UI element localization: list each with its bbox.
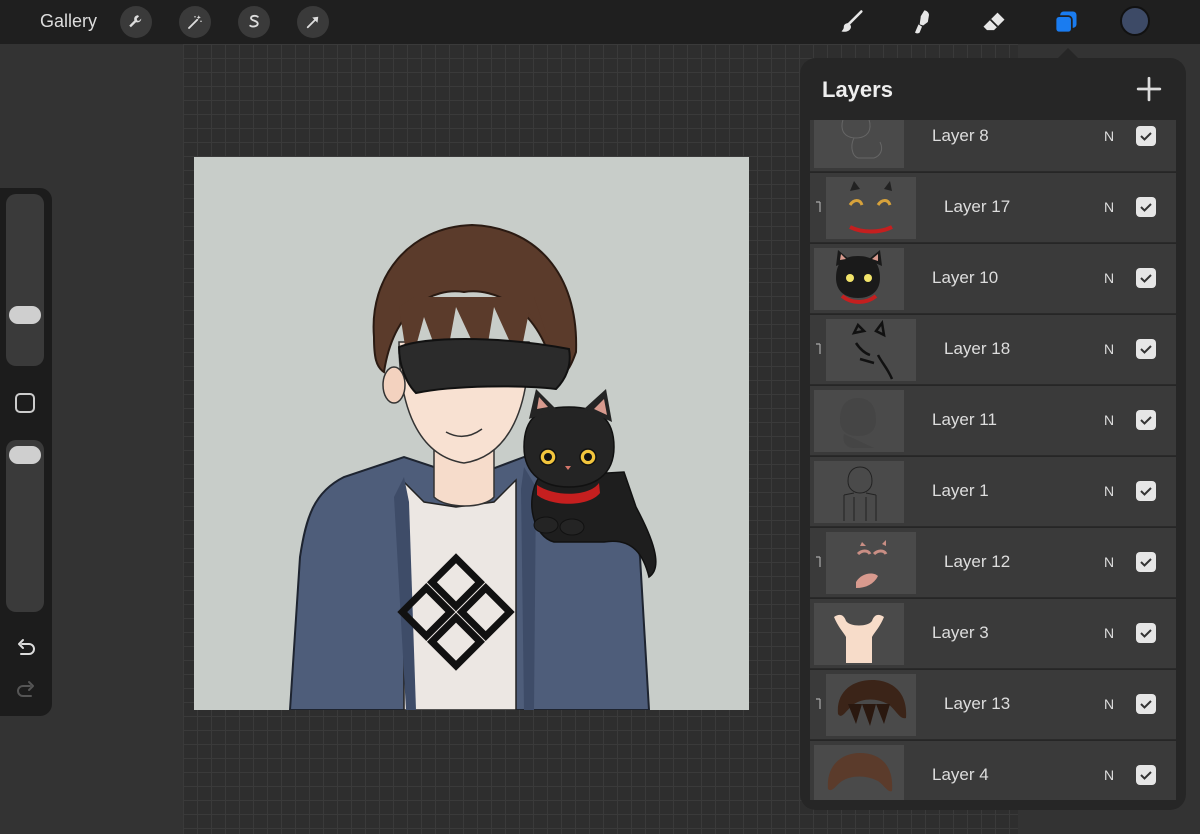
selection-s-icon[interactable] [238,6,270,38]
brush-size-slider[interactable] [6,194,44,366]
layer-row[interactable]: Layer 12 N [810,528,1176,598]
checkmark-icon [1140,700,1152,709]
layer-visibility-checkbox[interactable] [1136,765,1156,785]
layer-row[interactable]: Layer 3 N [810,599,1176,669]
checkmark-icon [1140,558,1152,567]
layer-list[interactable]: Layer 8 N Layer 17 N Layer 10 N Layer 18… [810,120,1176,800]
illustration-artwork [288,223,657,710]
plus-icon[interactable] [1136,76,1162,102]
blend-mode-button[interactable]: N [1104,199,1114,215]
layer-name: Layer 10 [932,268,999,287]
layer-row[interactable]: Layer 13 N [810,670,1176,740]
layer-row[interactable]: Layer 17 N [810,173,1176,243]
checkmark-icon [1140,345,1152,354]
blend-mode-button[interactable]: N [1104,767,1114,783]
clipping-mask-icon [816,343,821,354]
layer-name: Layer 11 [932,410,997,429]
layer-thumbnail [826,177,916,239]
checkmark-icon [1140,203,1152,212]
blend-mode-button[interactable]: N [1104,128,1114,144]
gallery-button[interactable]: Gallery [40,11,97,32]
layer-visibility-checkbox[interactable] [1136,339,1156,359]
redo-icon[interactable] [14,678,38,702]
layer-name: Layer 17 [944,197,1011,216]
eraser-icon[interactable] [978,6,1010,38]
layer-name: Layer 3 [932,623,989,642]
layers-panel-title: Layers [822,77,893,102]
checkmark-icon [1140,771,1152,780]
layer-row[interactable]: Layer 1 N [810,457,1176,527]
layer-name: Layer 4 [932,765,989,784]
layer-thumbnail [826,319,916,381]
wrench-icon[interactable] [120,6,152,38]
layer-visibility-checkbox[interactable] [1136,410,1156,430]
layer-row[interactable]: Layer 11 N [810,386,1176,456]
opacity-thumb[interactable] [9,446,41,464]
layer-name: Layer 13 [944,694,1011,713]
brush-size-thumb[interactable] [9,306,41,324]
blend-mode-button[interactable]: N [1104,625,1114,641]
opacity-slider[interactable] [6,440,44,612]
top-toolbar: Gallery [0,0,1200,44]
layer-visibility-checkbox[interactable] [1136,126,1156,146]
checkmark-icon [1140,274,1152,283]
layer-name: Layer 8 [932,126,989,145]
blend-mode-button[interactable]: N [1104,341,1114,357]
color-picker-button[interactable] [1120,6,1150,36]
layer-name: Layer 12 [944,552,1011,571]
left-sidebar [0,188,52,716]
blend-mode-button[interactable]: N [1104,483,1114,499]
checkmark-icon [1140,487,1152,496]
layer-thumbnail [826,674,916,736]
layer-thumbnail [814,120,904,168]
layers-icon[interactable] [1050,6,1082,38]
layer-thumbnail [814,461,904,523]
undo-icon[interactable] [14,636,38,660]
layers-panel: Layers Layer 8 N Layer 17 N Layer 10 N L… [800,58,1186,810]
layer-row[interactable]: Layer 18 N [810,315,1176,385]
layer-visibility-checkbox[interactable] [1136,694,1156,714]
layer-thumbnail [814,745,904,800]
layer-visibility-checkbox[interactable] [1136,552,1156,572]
layer-row[interactable]: Layer 8 N [810,120,1176,172]
checkmark-icon [1140,416,1152,425]
modify-square-icon[interactable] [15,393,35,413]
layer-visibility-checkbox[interactable] [1136,197,1156,217]
blend-mode-button[interactable]: N [1104,412,1114,428]
clipping-mask-icon [816,698,821,709]
blend-mode-button[interactable]: N [1104,554,1114,570]
layer-thumbnail [826,532,916,594]
magic-wand-icon[interactable] [179,6,211,38]
checkmark-icon [1140,629,1152,638]
layer-thumbnail [814,390,904,452]
smudge-icon[interactable] [906,6,938,38]
checkmark-icon [1140,132,1152,141]
layer-row[interactable]: Layer 10 N [810,244,1176,314]
brush-icon[interactable] [836,6,868,38]
layer-name: Layer 18 [944,339,1011,358]
blend-mode-button[interactable]: N [1104,696,1114,712]
layer-name: Layer 1 [932,481,989,500]
layer-thumbnail [814,603,904,665]
layer-row[interactable]: Layer 4 N [810,741,1176,800]
layer-visibility-checkbox[interactable] [1136,268,1156,288]
drawing-canvas[interactable] [194,157,749,710]
layer-visibility-checkbox[interactable] [1136,623,1156,643]
clipping-mask-icon [816,201,821,212]
layer-visibility-checkbox[interactable] [1136,481,1156,501]
clipping-mask-icon [816,556,821,567]
transform-arrow-icon[interactable] [297,6,329,38]
layer-thumbnail [814,248,904,310]
blend-mode-button[interactable]: N [1104,270,1114,286]
